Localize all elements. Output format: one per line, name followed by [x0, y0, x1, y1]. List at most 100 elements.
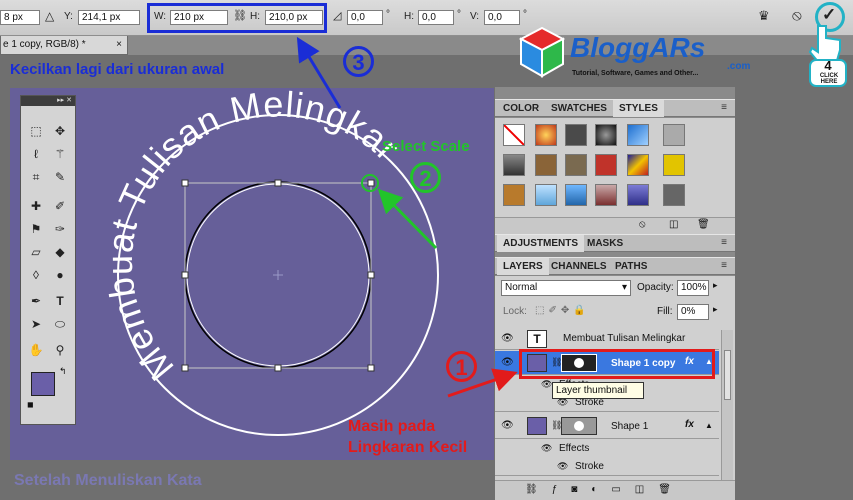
style-swatch[interactable] [595, 184, 617, 206]
history-brush-icon[interactable]: ✑ [49, 218, 71, 240]
step1-instruction-line2: Lingkaran Kecil [348, 439, 468, 456]
tab-masks[interactable]: MASKS [581, 235, 629, 252]
clear-style-icon[interactable]: ⦸ [639, 219, 646, 230]
shape-tool-icon[interactable]: ⬭ [49, 313, 71, 335]
click-here-badge: 4 CLICK HERE [804, 22, 852, 88]
tab-adjustments[interactable]: ADJUSTMENTS [497, 235, 585, 252]
tab-swatches[interactable]: SWATCHES [545, 100, 613, 117]
styles-footer: ⦸ ◫ 🗑 [495, 217, 735, 234]
footer-caption: Setelah Menuliskan Kata [14, 472, 202, 489]
effects-label: Effects [559, 443, 590, 454]
expand-effects-icon[interactable]: ▲ [705, 421, 713, 430]
new-style-icon[interactable]: ◫ [669, 219, 678, 230]
blog-logo: BloggARs .com Tutorial, Software, Games … [517, 24, 759, 88]
layer-row[interactable]: 👁 T Membuat Tulisan Melingkar [495, 328, 719, 350]
stroke-effect-row[interactable]: 👁 Stroke [495, 458, 719, 476]
healing-brush-icon[interactable]: ✚ [25, 195, 47, 217]
style-swatch[interactable] [535, 154, 557, 176]
blend-mode-select[interactable]: Normal ▾ [501, 280, 631, 296]
style-swatch[interactable] [663, 124, 685, 146]
tab-styles[interactable]: STYLES [613, 100, 664, 117]
style-swatch[interactable] [503, 154, 525, 176]
panel-menu-icon[interactable]: ≡ [721, 260, 727, 271]
style-swatch[interactable] [663, 184, 685, 206]
fill-field[interactable]: 0% [677, 304, 709, 320]
default-colors-icon[interactable]: ◼ [27, 400, 34, 409]
style-none[interactable] [503, 124, 525, 146]
cancel-transform-icon[interactable]: ⦸ [792, 7, 802, 24]
type-tool-icon[interactable]: T [49, 290, 71, 312]
layers-scrollbar[interactable] [721, 330, 733, 480]
panel-menu-icon[interactable]: ≡ [721, 102, 727, 113]
style-swatch[interactable] [565, 184, 587, 206]
style-swatch[interactable] [595, 124, 617, 146]
styles-grid [495, 118, 735, 218]
click-here-label: CLICK HERE [819, 73, 839, 85]
eyedropper-icon[interactable]: ✎ [49, 166, 71, 188]
opacity-slider-icon[interactable]: ▸ [713, 280, 718, 291]
style-swatch[interactable] [627, 184, 649, 206]
style-swatch[interactable] [535, 184, 557, 206]
eraser-tool-icon[interactable]: ▱ [25, 241, 47, 263]
color-panel-tabs: COLOR SWATCHES STYLES ≡ [495, 99, 735, 117]
hand-tool-icon[interactable]: ✋ [25, 339, 47, 361]
crop-tool-icon[interactable]: ⌗ [25, 166, 47, 188]
move-tool-icon[interactable]: ✥ [49, 120, 71, 142]
stroke-label: Stroke [575, 461, 604, 472]
delete-style-icon[interactable]: 🗑 [697, 219, 710, 230]
blur-tool-icon[interactable]: ◊ [25, 264, 47, 286]
visibility-eye-icon[interactable]: 👁 [501, 420, 514, 431]
swap-colors-icon[interactable]: ↰ [59, 366, 67, 377]
step3-badge: 3 [343, 46, 374, 77]
path-selection-icon[interactable]: ➤ [25, 313, 47, 335]
style-swatch[interactable] [565, 154, 587, 176]
tab-channels[interactable]: CHANNELS [545, 258, 613, 275]
visibility-eye-icon[interactable]: 👁 [541, 443, 552, 454]
pen-tool-icon[interactable]: ✒ [25, 290, 47, 312]
style-swatch[interactable] [595, 154, 617, 176]
style-swatch[interactable] [565, 124, 587, 146]
effects-row[interactable]: 👁 Effects [495, 440, 719, 458]
tab-paths[interactable]: PATHS [609, 258, 653, 275]
panel-menu-icon[interactable]: ≡ [721, 237, 727, 248]
layer-color-thumbnail[interactable] [527, 417, 547, 435]
magic-wand-icon[interactable]: ⚚ [49, 143, 71, 165]
style-swatch[interactable] [663, 154, 685, 176]
paint-bucket-icon[interactable]: ◆ [49, 241, 71, 263]
tab-layers[interactable]: LAYERS [497, 258, 549, 275]
dodge-tool-icon[interactable]: ● [49, 264, 71, 286]
step4-number: 4 [824, 58, 832, 73]
layer-effects-icon[interactable]: fx [685, 419, 694, 430]
tab-color[interactable]: COLOR [497, 100, 545, 117]
step1-instruction-line1: Masih pada [348, 418, 436, 435]
tools-panel-header[interactable]: ▸▸ ✕ [21, 96, 75, 106]
degree-unit-3: ° [523, 9, 527, 20]
lasso-tool-icon[interactable]: ℓ [25, 143, 47, 165]
foreground-color-swatch[interactable] [31, 372, 55, 396]
style-swatch[interactable] [627, 154, 649, 176]
visibility-eye-icon[interactable]: 👁 [501, 333, 514, 344]
marquee-tool-icon[interactable]: ⬚ [25, 120, 47, 142]
visibility-eye-icon[interactable]: 👁 [557, 461, 568, 472]
layer-row[interactable]: 👁 ⛓ Shape 1 fx ▲ [495, 413, 719, 439]
panels-dock: COLOR SWATCHES STYLES ≡ ⦸ ◫ 🗑 ADJUSTMENT… [495, 87, 735, 500]
visibility-eye-icon[interactable]: 👁 [501, 357, 514, 368]
step1-highlight-box [519, 349, 715, 379]
style-swatch[interactable] [535, 124, 557, 146]
lock-icons[interactable]: ⬚✐✥🔒 [535, 305, 590, 316]
warp-mode-icon[interactable]: ♛ [758, 8, 770, 24]
zoom-tool-icon[interactable]: ⚲ [49, 339, 71, 361]
adjustments-panel-tabs: ADJUSTMENTS MASKS ≡ [495, 234, 735, 252]
layers-footer-icons[interactable]: ⛓ƒ◙◐▭◫🗑 [495, 480, 735, 500]
visibility-eye-icon[interactable]: 👁 [541, 379, 552, 390]
style-swatch[interactable] [627, 124, 649, 146]
style-swatch[interactable] [503, 184, 525, 206]
step1-badge: 1 [446, 351, 477, 382]
brush-tool-icon[interactable]: ✐ [49, 195, 71, 217]
step2-instruction: Select Scale [382, 138, 470, 155]
layer-vector-mask-thumbnail[interactable] [561, 417, 597, 435]
layer-name: Membuat Tulisan Melingkar [563, 333, 686, 344]
clone-stamp-icon[interactable]: ⚑ [25, 218, 47, 240]
fill-slider-icon[interactable]: ▸ [713, 304, 718, 315]
opacity-field[interactable]: 100% [677, 280, 709, 296]
